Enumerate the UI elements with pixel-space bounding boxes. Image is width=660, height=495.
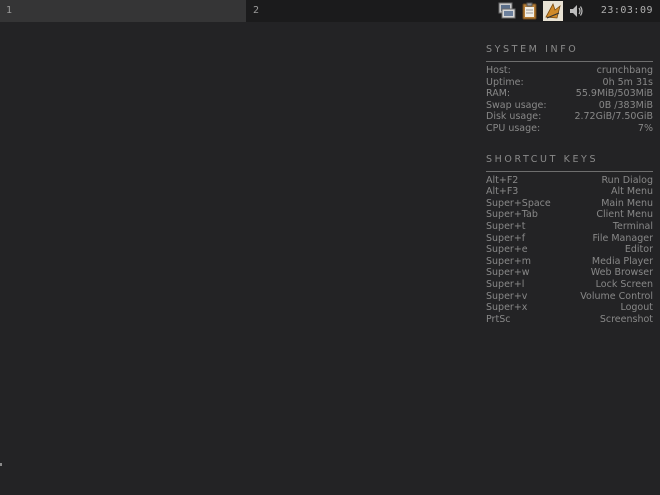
top-panel: 1 2 23:03:09 [0,0,660,22]
shortcut-key: Super+x [486,302,528,314]
conky-widget: SYSTEM INFO Host: crunchbang Uptime: 0h … [486,44,653,325]
mouse-cursor [0,463,2,466]
workspace-label: 1 [6,5,13,16]
info-row-host: Host: crunchbang [486,65,653,77]
workspace-1-button[interactable]: 1 [0,0,246,22]
divider [486,61,653,62]
network-icon[interactable] [497,1,517,21]
shortcut-row: Super+e Editor [486,244,653,256]
shortcut-key: Super+l [486,278,525,290]
shortcut-key: Alt+F3 [486,186,519,198]
shortcut-action: Screenshot [599,313,653,325]
shortcut-key: Super+e [486,244,528,256]
info-value: 7% [637,122,653,134]
info-row-uptime: Uptime: 0h 5m 31s [486,77,653,89]
info-row-swap: Swap usage: 0B /383MiB [486,100,653,112]
shortcut-row: Super+t Terminal [486,221,653,233]
shortcut-key: Super+Space [486,197,551,209]
shortcut-action: Editor [624,244,653,256]
shortcut-action: Logout [620,302,653,314]
shortcut-row: Super+f File Manager [486,233,653,245]
shortcut-key: Alt+F2 [486,174,519,186]
info-row-cpu: CPU usage: 7% [486,123,653,135]
clipboard-icon[interactable] [520,1,540,21]
info-row-disk: Disk usage: 2.72GiB/7.50GiB [486,111,653,123]
shortcut-row: Super+Tab Client Menu [486,209,653,221]
info-value: 0h 5m 31s [602,76,653,88]
divider [486,170,653,172]
info-value: 2.72GiB/7.50GiB [574,111,653,123]
shortcut-key: Super+w [486,267,530,279]
shortcut-action: Run Dialog [601,174,654,186]
info-label: CPU usage: [486,122,541,134]
workspace-2-button[interactable]: 2 [247,0,497,22]
shortcut-key: Super+t [486,220,526,232]
shortcut-action: Web Browser [590,267,653,279]
shortcut-key: Super+Tab [486,209,538,221]
shortcut-key: Super+v [486,290,528,302]
shortcut-row: Alt+F2 Run Dialog [486,175,653,187]
shortcut-action: Main Menu [601,197,653,209]
info-label: RAM: [486,88,511,100]
shortcut-action: Volume Control [580,290,653,302]
shortcut-row: Super+v Volume Control [486,291,653,303]
info-label: Uptime: [486,76,524,88]
info-value: 55.9MiB/503MiB [575,88,653,100]
shortcut-action: Client Menu [596,209,653,221]
shortcut-action: Terminal [612,220,653,232]
shortcut-key: Super+m [486,255,532,267]
shortcut-key: PrtSc [486,313,511,325]
shortcut-row: Super+m Media Player [486,256,653,268]
desktop[interactable]: 1 2 23:03:09 SYSTEM INFO Host: crunchban… [0,0,660,495]
shortcut-row: Super+l Lock Screen [486,279,653,291]
info-value: crunchbang [596,65,653,76]
info-label: Swap usage: [486,99,547,111]
system-info-title: SYSTEM INFO [486,44,579,55]
shortcut-row: Super+x Logout [486,302,653,314]
shortcut-row: Alt+F3 Alt Menu [486,186,653,198]
shortcut-action: File Manager [592,232,653,244]
info-row-ram: RAM: 55.9MiB/503MiB [486,88,653,100]
shortcut-row: Super+w Web Browser [486,267,653,279]
info-value: 0B /383MiB [598,99,653,111]
shortcut-action: Media Player [591,255,653,267]
shortcut-action: Alt Menu [611,186,653,198]
update-icon[interactable] [543,1,563,21]
workspace-label: 2 [253,5,260,16]
info-label: Host: [486,65,511,76]
system-tray [497,0,589,22]
shortcut-action: Lock Screen [595,278,653,290]
info-label: Disk usage: [486,111,542,123]
shortcut-keys-title: SHORTCUT KEYS [486,153,599,165]
shortcut-key: Super+f [486,232,526,244]
shortcut-row: Super+Space Main Menu [486,198,653,210]
volume-icon[interactable] [566,1,586,21]
clock[interactable]: 23:03:09 [601,0,653,22]
shortcut-row: PrtSc Screenshot [486,314,653,326]
